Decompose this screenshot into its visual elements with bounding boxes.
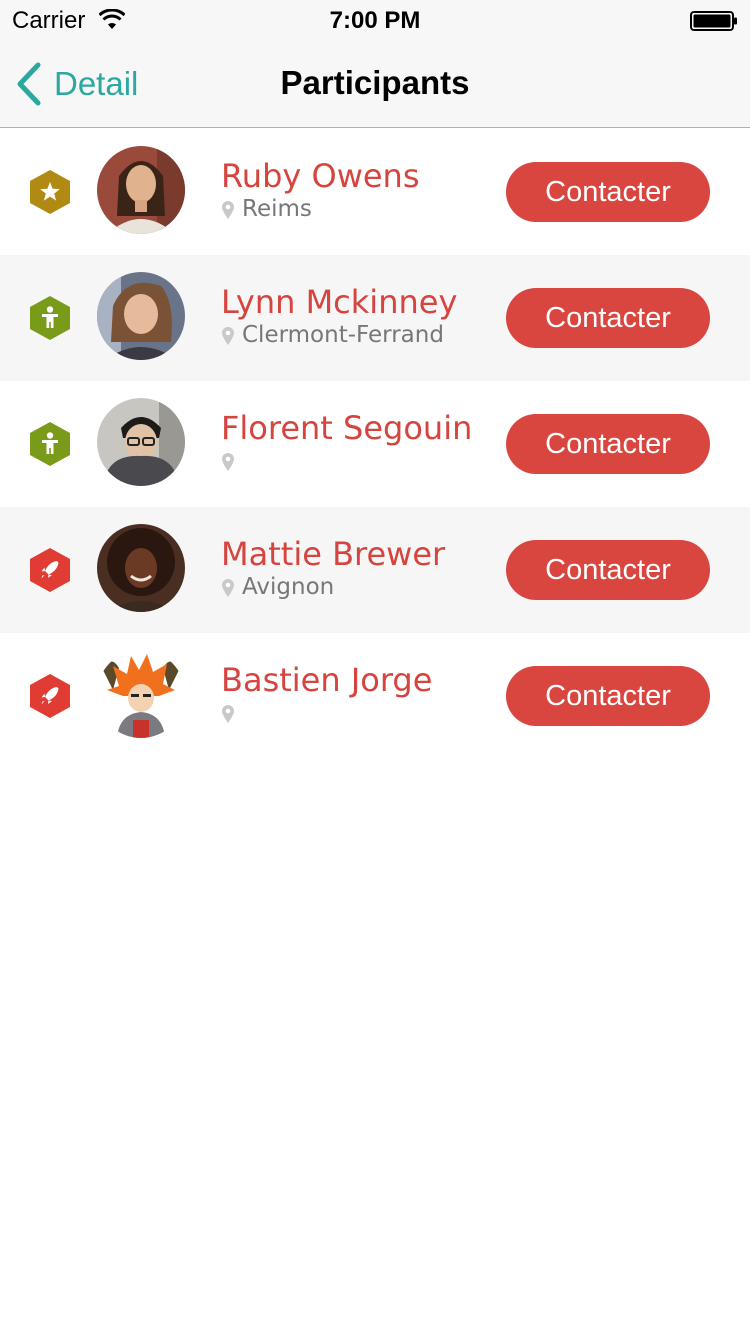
- participant-name: Lynn Mckinney: [221, 283, 458, 321]
- avatar: [97, 650, 185, 738]
- participant-name: Bastien Jorge: [221, 661, 433, 699]
- battery-icon: [690, 11, 737, 31]
- participant-row[interactable]: Florent Segouin Contacter: [0, 381, 750, 507]
- location-pin-icon: [222, 579, 234, 597]
- participant-name: Florent Segouin: [221, 409, 473, 447]
- status-bar: Carrier 7:00 PM: [0, 0, 750, 40]
- participant-row[interactable]: Lynn Mckinney Clermont-Ferrand Contacter: [0, 255, 750, 381]
- rocket-badge-icon: [30, 548, 70, 592]
- status-time: 7:00 PM: [329, 7, 421, 34]
- participants-list: Ruby Owens Reims Contacter Lynn Mckinney: [0, 129, 750, 759]
- participant-name: Mattie Brewer: [221, 535, 446, 573]
- person-badge-icon: [30, 296, 70, 340]
- page-title: Participants: [280, 64, 470, 101]
- location-pin-icon: [222, 327, 234, 345]
- avatar: [97, 146, 185, 234]
- participant-row[interactable]: Ruby Owens Reims Contacter: [0, 129, 750, 255]
- participant-city: Avignon: [242, 574, 335, 600]
- participant-city: Reims: [242, 196, 312, 222]
- contact-button[interactable]: Contacter: [506, 288, 710, 348]
- contact-button[interactable]: Contacter: [506, 414, 710, 474]
- avatar: [97, 272, 185, 360]
- avatar: [97, 524, 185, 612]
- participant-row[interactable]: Bastien Jorge Contacter: [0, 633, 750, 759]
- participant-name: Ruby Owens: [221, 157, 420, 195]
- avatar: [97, 398, 185, 486]
- location-pin-icon: [222, 453, 234, 471]
- star-badge-icon: [30, 170, 70, 214]
- rocket-badge-icon: [30, 674, 70, 718]
- contact-button[interactable]: Contacter: [506, 666, 710, 726]
- person-badge-icon: [30, 422, 70, 466]
- navigation-bar: Detail Participants: [0, 40, 750, 128]
- contact-button[interactable]: Contacter: [506, 162, 710, 222]
- participant-row[interactable]: Mattie Brewer Avignon Contacter: [0, 507, 750, 633]
- contact-button[interactable]: Contacter: [506, 540, 710, 600]
- location-pin-icon: [222, 705, 234, 723]
- location-pin-icon: [222, 201, 234, 219]
- participant-city: Clermont-Ferrand: [242, 322, 444, 348]
